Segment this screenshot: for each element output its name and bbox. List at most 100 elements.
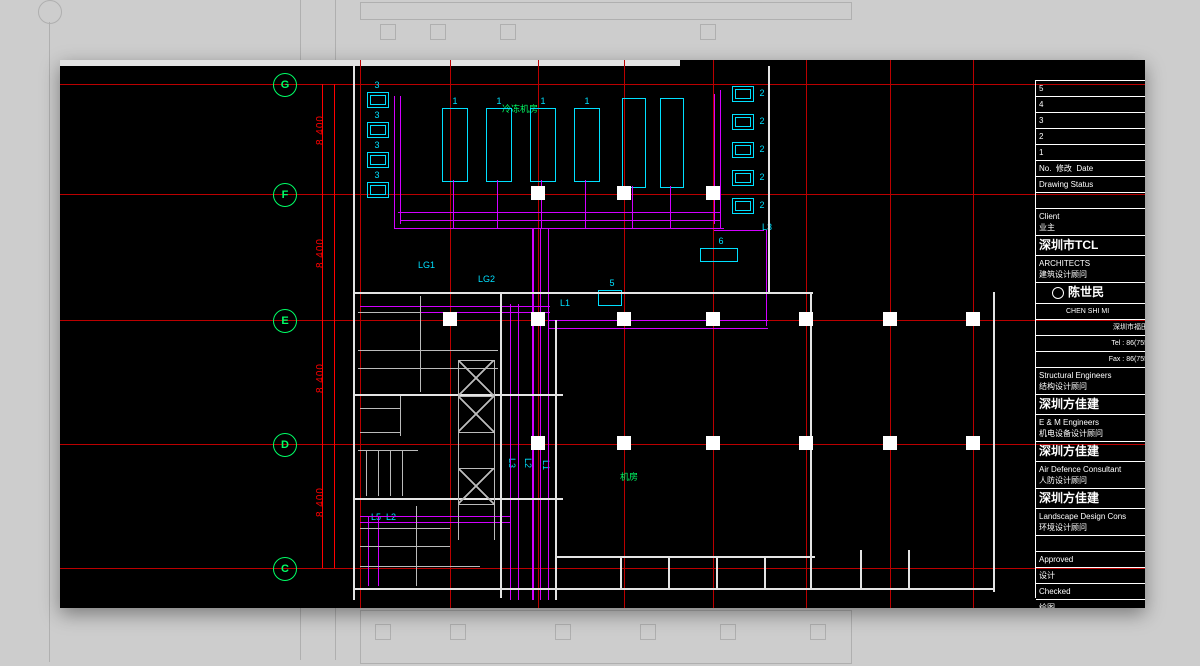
arch-tel: Tel : 86(755 — [1036, 335, 1145, 351]
mag-m3 — [548, 320, 768, 321]
fan-2d — [732, 170, 754, 186]
dim-ext-2 — [334, 84, 335, 568]
eb5 — [458, 504, 494, 505]
arch-fax: Fax : 86(755 — [1036, 351, 1145, 367]
col-F7 — [966, 312, 980, 326]
mag-rh — [714, 230, 764, 231]
grid-row-D — [60, 444, 1145, 445]
dim-FE: 8 400 — [315, 238, 326, 268]
mag-c4a — [585, 180, 586, 228]
col-F5 — [799, 312, 813, 326]
t4 — [402, 450, 403, 496]
t5 — [358, 450, 418, 451]
tag-2d: 2 — [757, 172, 767, 182]
fan-2e — [732, 198, 754, 214]
ls1 — [360, 528, 450, 529]
arch-lbl: ARCHITECTS建筑设计顾问 — [1036, 255, 1145, 282]
bot-v5 — [860, 550, 862, 590]
t2 — [378, 450, 379, 496]
fan-3d — [367, 182, 389, 198]
client-lbl: Client业主 — [1036, 208, 1145, 235]
tag-3b: 3 — [372, 110, 382, 120]
mag-b4 — [378, 516, 379, 586]
col-F4 — [706, 312, 720, 326]
lbl-lg1: LG1 — [418, 260, 435, 270]
grid-col-1 — [360, 60, 361, 608]
dim-ext-1 — [322, 84, 323, 568]
draw-status: Drawing Status — [1036, 176, 1145, 192]
tag-2a: 2 — [757, 88, 767, 98]
tag-2b: 2 — [757, 116, 767, 126]
trunk-5 — [510, 304, 511, 600]
tag-p5: 5 — [607, 278, 617, 288]
mag-cB — [670, 186, 671, 228]
grid-bubble-C: C — [273, 557, 297, 581]
bot-v3 — [716, 556, 718, 588]
arch-addr: 深圳市福田 — [1036, 319, 1145, 335]
el1 — [360, 408, 400, 409]
col-F2 — [531, 312, 545, 326]
ls2 — [360, 546, 450, 547]
eb7 — [494, 360, 495, 540]
tag-2e: 2 — [757, 200, 767, 210]
mag-b2 — [360, 522, 510, 523]
chiller-4 — [574, 108, 600, 182]
appr: Approved — [1036, 551, 1145, 567]
bot-v7 — [993, 292, 995, 592]
lbl-l5: L5 — [371, 512, 381, 522]
col-F3 — [617, 312, 631, 326]
chiller-2 — [486, 108, 512, 182]
mag-b1 — [360, 516, 510, 517]
wl-right2 — [768, 66, 770, 294]
mep-val: 深圳方佳建 — [1036, 441, 1145, 461]
col-F1 — [443, 312, 457, 326]
mag-m4 — [548, 328, 768, 329]
wl-top — [353, 292, 813, 294]
p1 — [358, 312, 420, 313]
cooler-b — [660, 98, 684, 188]
dim-GF: 8 400 — [315, 115, 326, 145]
fan-3c — [367, 152, 389, 168]
lbl-l1b: L1 — [541, 460, 551, 470]
col-E3 — [706, 436, 720, 450]
des: 设计 — [1036, 567, 1145, 583]
fan-2a — [732, 86, 754, 102]
struct-lbl: Structural Engineers结构设计顾问 — [1036, 367, 1145, 394]
cooler-a — [622, 98, 646, 188]
ls4 — [360, 566, 480, 567]
p2 — [420, 296, 421, 392]
fan-3a — [367, 92, 389, 108]
lbl-l3b: L3 — [507, 458, 517, 468]
tag-c4: 1 — [582, 96, 592, 106]
arch-name: 陈世民 — [1036, 282, 1145, 303]
grid-row-F — [60, 194, 1145, 195]
eb3 — [458, 432, 494, 433]
tag-p6: 6 — [716, 236, 726, 246]
land-lbl: Landscape Design Cons环境设计顾问 — [1036, 508, 1145, 535]
grid-col-7 — [890, 60, 891, 608]
grid-bubble-D: D — [273, 433, 297, 457]
mag-m5 — [766, 230, 767, 326]
trunk-3 — [548, 228, 549, 600]
mag-c1a — [453, 180, 454, 228]
struct-val: 深圳方佳建 — [1036, 394, 1145, 414]
el3 — [400, 396, 401, 436]
dim-ED: 8 400 — [315, 363, 326, 393]
mag-m1 — [360, 306, 550, 307]
lbl-lg2: LG2 — [478, 274, 495, 284]
rev-hdr: No. 修改 Date — [1036, 160, 1145, 176]
cad-canvas[interactable]: G F E D C 8 400 8 400 8 400 8 400 冷冻机房 机… — [60, 60, 1145, 608]
wl-mid2 — [555, 320, 557, 600]
mag-v1b — [400, 96, 401, 224]
fan-3b — [367, 122, 389, 138]
client-val: 深圳市TCL — [1036, 235, 1145, 255]
rev-5: 5 — [1036, 80, 1145, 96]
ls3 — [416, 506, 417, 586]
grid-col-6 — [806, 60, 807, 608]
lbl-l2b: L2 — [386, 512, 396, 522]
col-E2 — [617, 436, 631, 450]
grid-bubble-G: G — [273, 73, 297, 97]
col-G2 — [531, 186, 545, 200]
wl-left — [353, 66, 355, 600]
fan-2b — [732, 114, 754, 130]
